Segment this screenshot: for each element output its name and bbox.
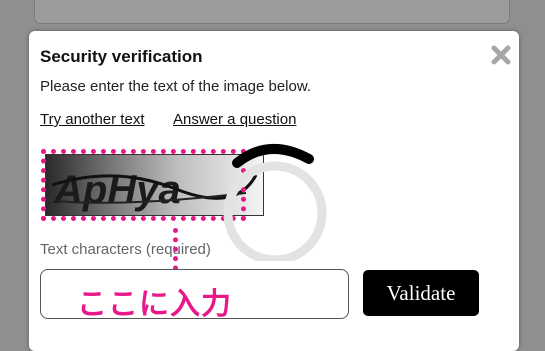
dialog-description: Please enter the text of the image below… [40,78,312,95]
loading-spinner-icon [219,141,329,266]
validate-button[interactable]: Validate [363,270,479,316]
text-characters-label: Text characters (required) [40,241,211,258]
background-card [34,0,510,24]
security-verification-dialog: Security verification Please enter the t… [29,31,519,351]
answer-question-link[interactable]: Answer a question [173,111,296,128]
captcha-highlight-frame [41,149,246,221]
try-another-text-link[interactable]: Try another text [40,111,145,128]
close-icon[interactable] [489,43,513,67]
enter-here-callout: ここに入力 [77,288,232,321]
dialog-title: Security verification [40,47,203,66]
